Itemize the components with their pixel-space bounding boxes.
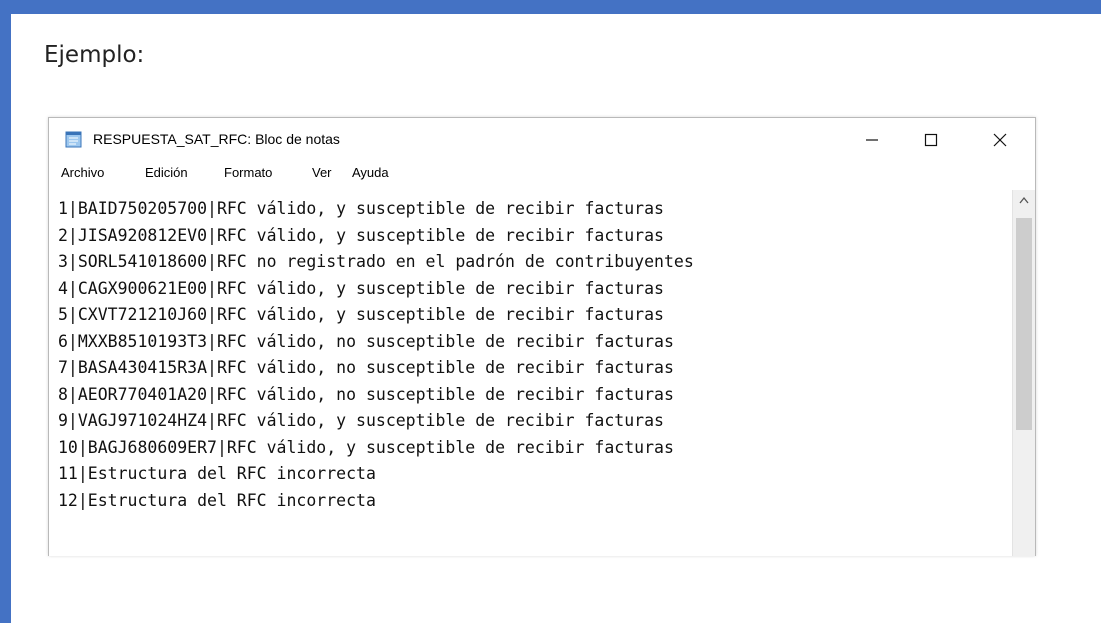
text-line: 5|CXVT721210J60|RFC válido, y susceptibl… (58, 305, 664, 324)
notepad-icon (65, 131, 82, 148)
text-editor[interactable]: 1|BAID750205700|RFC válido, y susceptibl… (49, 190, 1012, 556)
frame-top-border (0, 0, 1101, 14)
text-line: 2|JISA920812EV0|RFC válido, y susceptibl… (58, 225, 664, 245)
close-icon (993, 133, 1007, 147)
menu-edicion[interactable]: Edición (145, 165, 188, 180)
text-line: 4|CAGX900621E00|RFC válido, y susceptibl… (58, 278, 664, 298)
minimize-button[interactable] (849, 122, 895, 158)
scroll-up-button[interactable] (1013, 196, 1035, 208)
text-line: 11|Estructura del RFC incorrecta (58, 464, 376, 483)
text-line: 7|BASA430415R3A|RFC válido, no susceptib… (58, 358, 674, 377)
scroll-thumb[interactable] (1016, 218, 1032, 430)
text-line: 8|AEOR770401A20|RFC válido, no susceptib… (58, 384, 674, 404)
text-line: 10|BAGJ680609ER7|RFC válido, y susceptib… (58, 437, 674, 457)
menu-archivo[interactable]: Archivo (61, 165, 104, 180)
menu-ayuda[interactable]: Ayuda (352, 165, 389, 180)
menu-ver[interactable]: Ver (312, 165, 332, 180)
minimize-icon (866, 139, 878, 141)
window-titlebar[interactable]: RESPUESTA_SAT_RFC: Bloc de notas (49, 118, 1035, 162)
text-line: 1|BAID750205700|RFC válido, y susceptibl… (58, 199, 664, 218)
text-line: 9|VAGJ971024HZ4|RFC válido, y susceptibl… (58, 411, 664, 430)
menu-formato[interactable]: Formato (224, 165, 272, 180)
menu-bar: Archivo Edición Formato Ver Ayuda (49, 165, 1035, 185)
example-caption: Ejemplo: (44, 42, 145, 68)
chevron-up-icon (1019, 196, 1029, 204)
window-title: RESPUESTA_SAT_RFC: Bloc de notas (93, 131, 340, 147)
close-button[interactable] (977, 122, 1023, 158)
maximize-button[interactable] (908, 122, 954, 158)
maximize-icon (924, 133, 938, 147)
frame-left-border (0, 0, 11, 623)
notepad-window: RESPUESTA_SAT_RFC: Bloc de notas Archivo… (48, 117, 1036, 556)
text-line: 3|SORL541018600|RFC no registrado en el … (58, 252, 694, 271)
text-line: 12|Estructura del RFC incorrecta (58, 490, 376, 510)
text-line: 6|MXXB8510193T3|RFC válido, no susceptib… (58, 331, 674, 351)
vertical-scrollbar[interactable] (1012, 190, 1035, 556)
